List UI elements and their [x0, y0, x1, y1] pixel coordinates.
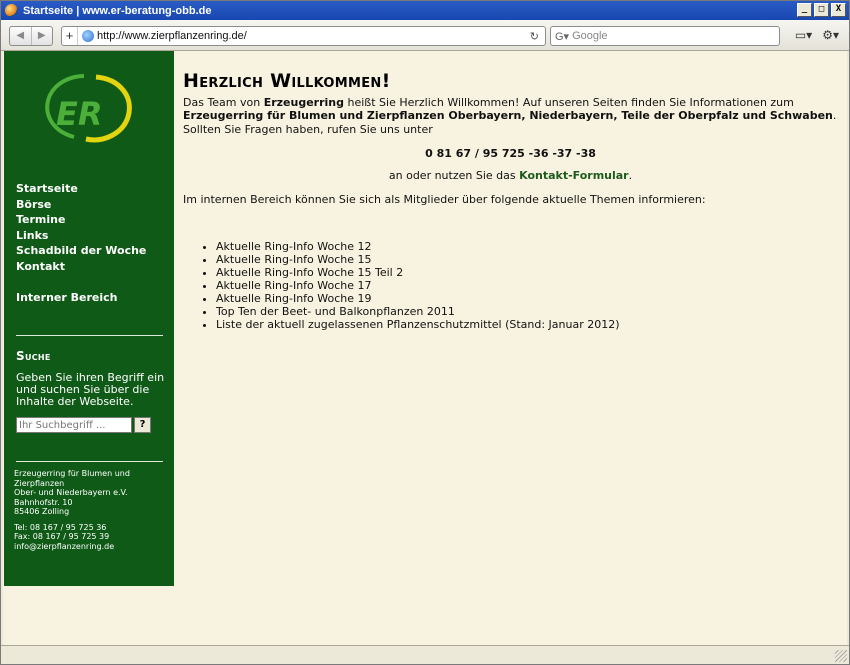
- minimize-button[interactable]: _: [797, 3, 812, 17]
- page-viewport: ER Startseite Börse Termine Links Schadb…: [3, 51, 847, 645]
- er-logo: ER: [45, 74, 132, 143]
- toolbar-tools: ▭▾ ⚙▾: [795, 28, 839, 42]
- contact-form-link[interactable]: Kontakt-Formular: [519, 169, 629, 182]
- nav-link-startseite[interactable]: Startseite: [16, 181, 146, 197]
- window-controls: _ □ X: [797, 3, 846, 17]
- nav-link-termine[interactable]: Termine: [16, 212, 146, 228]
- contact-line: Fax: 08 167 / 95 725 39: [14, 532, 110, 541]
- url-text[interactable]: http://www.zierpflanzenring.de/: [97, 30, 247, 42]
- address-line: Bahnhofstr. 10: [14, 497, 73, 507]
- main-navigation: Startseite Börse Termine Links Schadbild…: [16, 181, 146, 306]
- site-search-input[interactable]: [16, 417, 132, 433]
- intro-strong: Erzeugerring für Blumen und Zierpflanzen…: [183, 109, 833, 123]
- members-paragraph: Im internen Bereich können Sie sich als …: [183, 193, 706, 207]
- contact-text: an oder nutzen Sie das: [388, 169, 520, 183]
- contact-line: Tel: 08 167 / 95 725 36: [14, 522, 107, 532]
- page-title: Herzlich Willkommen!: [183, 70, 391, 92]
- address-line: Erzeugerring für Blumen und Zierpflanzen: [14, 469, 130, 488]
- footer-address: Erzeugerring für Blumen und Zierpflanzen…: [14, 469, 166, 551]
- contact-paragraph: an oder nutzen Sie das Kontakt-Formular.: [183, 169, 838, 182]
- list-item[interactable]: Aktuelle Ring-Info Woche 12: [216, 240, 838, 253]
- window-title: Startseite | www.er-beratung-obb.de: [23, 4, 212, 17]
- phone-number: 0 81 67 / 95 725 -36 -37 -38: [425, 146, 596, 160]
- status-bar: [1, 645, 849, 664]
- email-link[interactable]: info@zierpflanzenring.de: [14, 542, 166, 552]
- close-button[interactable]: X: [831, 3, 846, 17]
- nav-buttons: ◀ ▶: [9, 26, 53, 46]
- address-bar[interactable]: + http://www.zierpflanzenring.de/ ↻: [61, 26, 546, 46]
- forward-arrow-icon[interactable]: ▶: [32, 27, 53, 45]
- divider: [16, 461, 163, 462]
- list-item[interactable]: Aktuelle Ring-Info Woche 19: [216, 292, 838, 305]
- browser-window: Startseite | www.er-beratung-obb.de _ □ …: [0, 0, 850, 665]
- list-item[interactable]: Aktuelle Ring-Info Woche 15: [216, 253, 838, 266]
- intro-text: heißt Sie Herzlich Willkommen! Auf unser…: [344, 96, 794, 110]
- reload-icon[interactable]: ↻: [530, 30, 539, 43]
- back-arrow-icon[interactable]: ◀: [10, 27, 32, 45]
- nav-link-kontakt[interactable]: Kontakt: [16, 259, 146, 275]
- nav-link-links[interactable]: Links: [16, 228, 146, 244]
- page-menu-icon[interactable]: ▭▾: [795, 28, 812, 42]
- search-placeholder[interactable]: Google: [572, 30, 607, 42]
- main-content: Herzlich Willkommen! Das Team von Erzeug…: [183, 70, 838, 331]
- nav-link-schadbild[interactable]: Schadbild der Woche: [16, 243, 146, 259]
- nav-link-boerse[interactable]: Börse: [16, 197, 146, 213]
- search-engine-icon[interactable]: G▾: [555, 30, 569, 43]
- list-item[interactable]: Liste der aktuell zugelassenen Pflanzens…: [216, 318, 838, 331]
- browser-toolbar: ◀ ▶ + http://www.zierpflanzenring.de/ ↻ …: [1, 20, 849, 51]
- topics-list: Aktuelle Ring-Info Woche 12 Aktuelle Rin…: [216, 240, 838, 331]
- new-tab-button[interactable]: +: [62, 27, 78, 45]
- list-item[interactable]: Top Ten der Beet- und Balkonpflanzen 201…: [216, 305, 838, 318]
- sidebar: ER Startseite Börse Termine Links Schadb…: [4, 51, 174, 586]
- search-description: Geben Sie ihren Begriff ein und suchen S…: [16, 371, 165, 408]
- list-item[interactable]: Aktuelle Ring-Info Woche 15 Teil 2: [216, 266, 838, 279]
- intro-strong: Erzeugerring: [263, 96, 345, 110]
- divider: [16, 335, 163, 336]
- resize-grip-icon[interactable]: [835, 650, 847, 662]
- globe-icon: [82, 30, 94, 42]
- gear-icon[interactable]: ⚙▾: [822, 28, 839, 42]
- search-bar[interactable]: G▾ Google: [550, 26, 780, 46]
- nav-link-intern[interactable]: Interner Bereich: [16, 290, 146, 306]
- intro-paragraph: Das Team von Erzeugerring heißt Sie Herz…: [183, 96, 838, 136]
- contact-text: .: [628, 169, 633, 183]
- browser-logo-icon: [5, 4, 18, 17]
- search-heading: Suche: [16, 349, 51, 363]
- list-item[interactable]: Aktuelle Ring-Info Woche 17: [216, 279, 838, 292]
- address-line: 85406 Zolling: [14, 507, 70, 516]
- title-bar: Startseite | www.er-beratung-obb.de _ □ …: [1, 1, 849, 20]
- site-search-button[interactable]: ?: [134, 417, 151, 433]
- intro-text: Das Team von: [183, 96, 264, 110]
- address-line: Ober- und Niederbayern e.V.: [14, 488, 128, 497]
- logo-text: ER: [56, 95, 103, 133]
- maximize-button[interactable]: □: [814, 3, 829, 17]
